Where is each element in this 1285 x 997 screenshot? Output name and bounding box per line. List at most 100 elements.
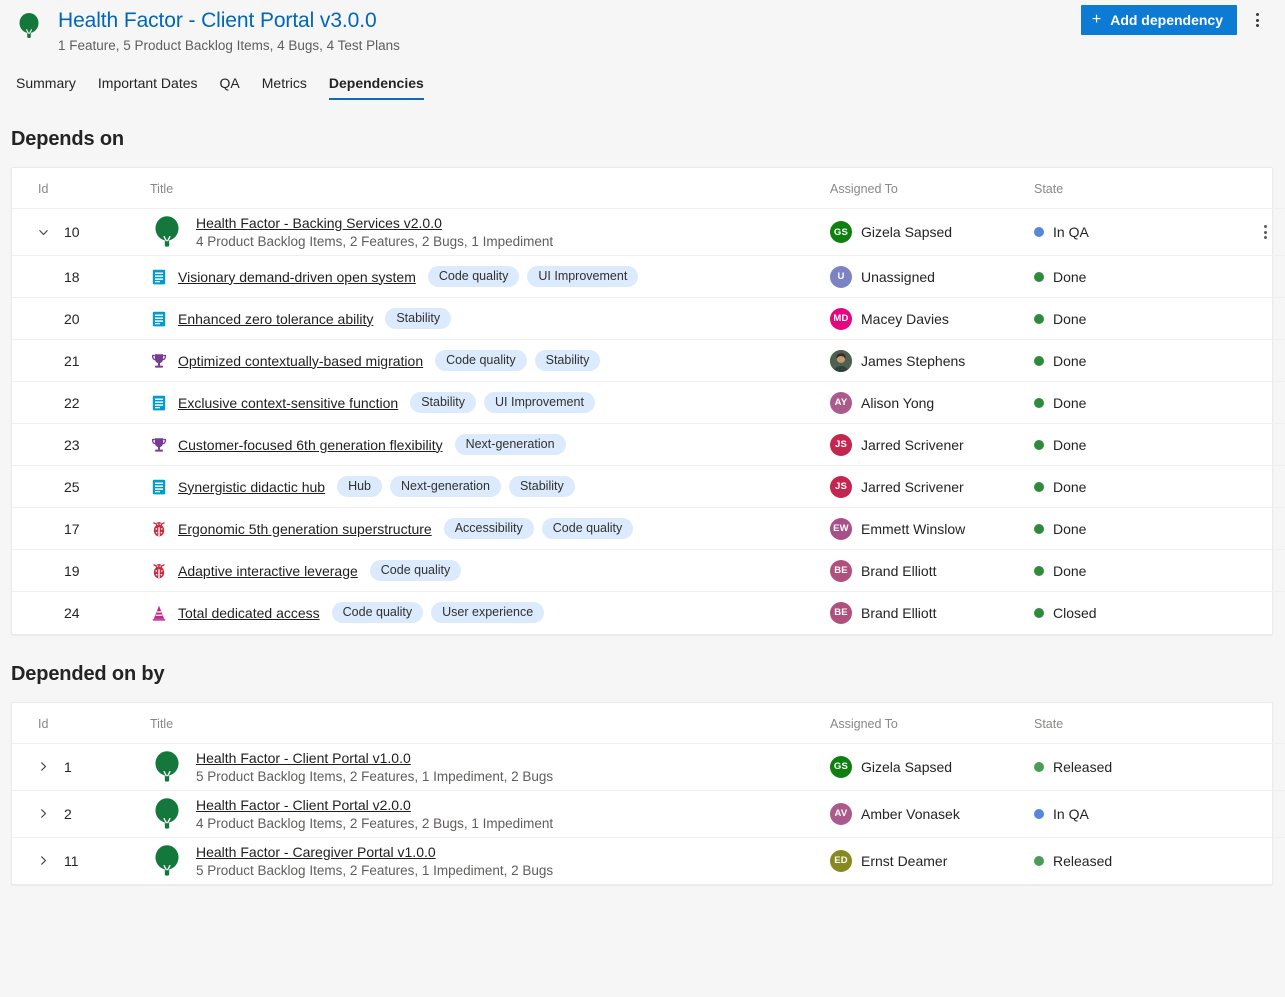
cell-title: Exclusive context-sensitive function Sta… (150, 382, 830, 424)
work-item-title-link[interactable]: Ergonomic 5th generation superstructure (178, 521, 432, 537)
work-item-title-link[interactable]: Health Factor - Client Portal v1.0.0 (196, 750, 553, 766)
tag[interactable]: Stability (385, 308, 451, 329)
tag-list: Code quality Stability (435, 350, 600, 371)
work-item-title-link[interactable]: Health Factor - Backing Services v2.0.0 (196, 215, 553, 231)
cell-row-menu (1244, 424, 1285, 466)
cell-id: 10 (12, 209, 150, 256)
tab-qa[interactable]: QA (209, 66, 251, 100)
tag[interactable]: Code quality (428, 266, 520, 287)
column-header-id: Id (12, 703, 150, 744)
chevron-down-icon[interactable] (38, 227, 60, 238)
tag[interactable]: Code quality (332, 602, 424, 623)
tag-list: Code quality User experience (332, 602, 545, 623)
header-overflow-menu-button[interactable] (1243, 5, 1271, 35)
cell-assigned-to: EDErnst Deamer (830, 837, 1034, 884)
work-item-id: 11 (64, 853, 79, 869)
cell-state: Released (1034, 837, 1244, 884)
cell-state: In QA (1034, 790, 1244, 837)
table-row[interactable]: 1 Health Factor - Client Portal v1.0.0 5… (12, 743, 1285, 790)
table-row[interactable]: 20 Enhanced zero tolerance ability Stabi… (12, 298, 1285, 340)
cell-id: 17 (12, 508, 150, 550)
release-balloon-icon (150, 844, 184, 878)
tag[interactable]: Code quality (542, 518, 634, 539)
tag[interactable]: Code quality (370, 560, 462, 581)
table-row[interactable]: 24 Total dedicated access Code qualityUs… (12, 592, 1285, 634)
work-item-title-link[interactable]: Optimized contextually-based migration (178, 353, 423, 369)
tab-summary[interactable]: Summary (16, 66, 87, 100)
table-row[interactable]: 11 Health Factor - Caregiver Portal v1.0… (12, 837, 1285, 884)
cell-id: 25 (12, 466, 150, 508)
work-item-title-link[interactable]: Total dedicated access (178, 605, 320, 621)
cell-row-menu (1244, 340, 1285, 382)
cell-assigned-to: GSGizela Sapsed (830, 209, 1034, 256)
cell-state: Done (1034, 382, 1244, 424)
tag[interactable]: Stability (535, 350, 601, 371)
tab-dependencies[interactable]: Dependencies (318, 66, 435, 100)
tag[interactable]: User experience (431, 602, 544, 623)
bug-icon (150, 520, 168, 538)
test-plan-icon (150, 604, 168, 622)
work-item-title-link[interactable]: Health Factor - Client Portal v2.0.0 (196, 797, 553, 813)
work-item-title-link[interactable]: Exclusive context-sensitive function (178, 395, 398, 411)
bug-icon (150, 562, 168, 580)
assignee-name: Unassigned (861, 269, 935, 285)
column-header-id: Id (12, 168, 150, 209)
tab-important-dates[interactable]: Important Dates (87, 66, 209, 100)
tag[interactable]: Stability (410, 392, 476, 413)
tag-list: Accessibility Code quality (444, 518, 634, 539)
cell-title: Health Factor - Backing Services v2.0.0 … (150, 209, 830, 256)
cell-state: In QA (1034, 209, 1244, 256)
table-header-row: Id Title Assigned To State (12, 168, 1285, 209)
cell-assigned-to: BEBrand Elliott (830, 550, 1034, 592)
chevron-right-icon[interactable] (38, 855, 60, 866)
chevron-right-icon[interactable] (38, 761, 60, 772)
cell-row-menu (1244, 837, 1285, 884)
avatar: EW (830, 518, 852, 540)
section-title-0: Depends on (11, 128, 1285, 151)
work-item-title-link[interactable]: Health Factor - Caregiver Portal v1.0.0 (196, 844, 553, 860)
tag[interactable]: Next-generation (390, 476, 501, 497)
work-item-id: 18 (64, 269, 80, 285)
table-row[interactable]: 22 Exclusive context-sensitive function … (12, 382, 1285, 424)
cell-title: Enhanced zero tolerance ability Stabilit… (150, 298, 830, 340)
assignee-name: Gizela Sapsed (861, 759, 952, 775)
table-row[interactable]: 2 Health Factor - Client Portal v2.0.0 4… (12, 790, 1285, 837)
cell-assigned-to: AYAlison Yong (830, 382, 1034, 424)
cell-state: Closed (1034, 592, 1244, 634)
table-row[interactable]: 25 Synergistic didactic hub Hub Next-gene… (12, 466, 1285, 508)
assignee-name: James Stephens (861, 353, 965, 369)
work-item-title-link[interactable]: Customer-focused 6th generation flexibil… (178, 437, 443, 453)
table-row[interactable]: 23 Customer-focused 6th generation flexi… (12, 424, 1285, 466)
tab-metrics[interactable]: Metrics (251, 66, 318, 100)
work-item-title-link[interactable]: Synergistic didactic hub (178, 479, 325, 495)
plus-icon: + (1092, 12, 1101, 28)
table-row[interactable]: 19 Adaptive interactive leverage Code qu… (12, 550, 1285, 592)
avatar: MD (830, 308, 852, 330)
work-item-subtitle: 5 Product Backlog Items, 2 Features, 1 I… (196, 769, 553, 784)
tag[interactable]: Hub (337, 476, 382, 497)
table-row[interactable]: 17 Ergonomic 5th generation superstructu… (12, 508, 1285, 550)
cell-row-menu (1244, 743, 1285, 790)
state-dot (1034, 524, 1044, 534)
title-stack: Health Factor - Caregiver Portal v1.0.0 … (196, 844, 553, 878)
work-item-title-link[interactable]: Adaptive interactive leverage (178, 563, 358, 579)
tag[interactable]: Code quality (435, 350, 527, 371)
tag[interactable]: Stability (509, 476, 575, 497)
tag[interactable]: Next-generation (455, 434, 566, 455)
work-item-title-link[interactable]: Enhanced zero tolerance ability (178, 311, 373, 327)
column-header-title: Title (150, 168, 830, 209)
tag[interactable]: Accessibility (444, 518, 534, 539)
table-row[interactable]: 10 Health Factor - Backing Services v2.0… (12, 209, 1285, 256)
work-item-title-link[interactable]: Visionary demand-driven open system (178, 269, 416, 285)
tag[interactable]: UI Improvement (484, 392, 595, 413)
work-item-id: 19 (64, 563, 80, 579)
tag[interactable]: UI Improvement (527, 266, 638, 287)
avatar: BE (830, 602, 852, 624)
cell-state: Done (1034, 550, 1244, 592)
chevron-right-icon[interactable] (38, 808, 60, 819)
table-row[interactable]: 18 Visionary demand-driven open system C… (12, 256, 1285, 298)
add-dependency-button[interactable]: + Add dependency (1081, 5, 1237, 35)
table-row[interactable]: 21 Optimized contextually-based migratio… (12, 340, 1285, 382)
cell-id: 19 (12, 550, 150, 592)
row-overflow-menu-button[interactable] (1244, 223, 1285, 240)
